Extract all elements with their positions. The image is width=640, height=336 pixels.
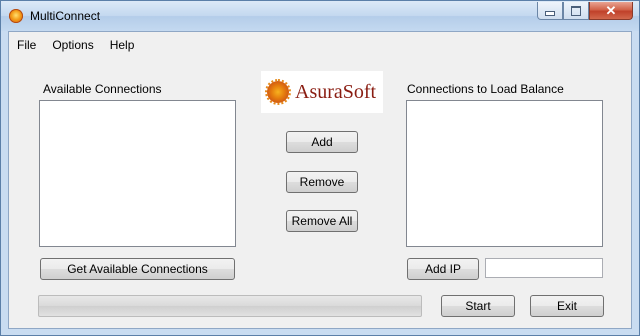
get-available-connections-button[interactable]: Get Available Connections: [40, 258, 235, 280]
minimize-icon: [545, 11, 555, 16]
available-connections-label: Available Connections: [43, 82, 162, 96]
progress-bar: [38, 295, 422, 317]
caption-buttons: ✕: [537, 2, 633, 21]
menu-help[interactable]: Help: [102, 35, 143, 55]
menu-options[interactable]: Options: [44, 35, 101, 55]
title-bar[interactable]: MultiConnect ✕: [1, 1, 639, 31]
exit-button[interactable]: Exit: [530, 295, 604, 317]
menu-bar: File Options Help: [9, 35, 142, 55]
remove-button[interactable]: Remove: [286, 171, 358, 193]
add-button[interactable]: Add: [286, 131, 358, 153]
app-icon: [9, 9, 23, 23]
minimize-button[interactable]: [537, 2, 563, 20]
logo-text: AsuraSoft: [295, 80, 377, 103]
app-window: MultiConnect ✕ File Options Help Availab…: [0, 0, 640, 336]
ip-input[interactable]: [485, 258, 603, 278]
sun-icon: [265, 79, 291, 105]
add-ip-button[interactable]: Add IP: [407, 258, 479, 280]
close-icon: ✕: [605, 2, 617, 18]
load-balance-label: Connections to Load Balance: [407, 82, 564, 96]
maximize-button[interactable]: [563, 2, 589, 20]
client-area: File Options Help Available Connections …: [8, 31, 632, 329]
start-button[interactable]: Start: [441, 295, 515, 317]
asurasoft-logo: AsuraSoft: [261, 71, 383, 113]
menu-file[interactable]: File: [9, 35, 44, 55]
remove-all-button[interactable]: Remove All: [286, 210, 358, 232]
close-button[interactable]: ✕: [589, 2, 633, 20]
load-balance-list[interactable]: [406, 100, 603, 247]
available-connections-list[interactable]: [39, 100, 236, 247]
maximize-icon: [571, 5, 581, 16]
window-title: MultiConnect: [30, 9, 101, 23]
